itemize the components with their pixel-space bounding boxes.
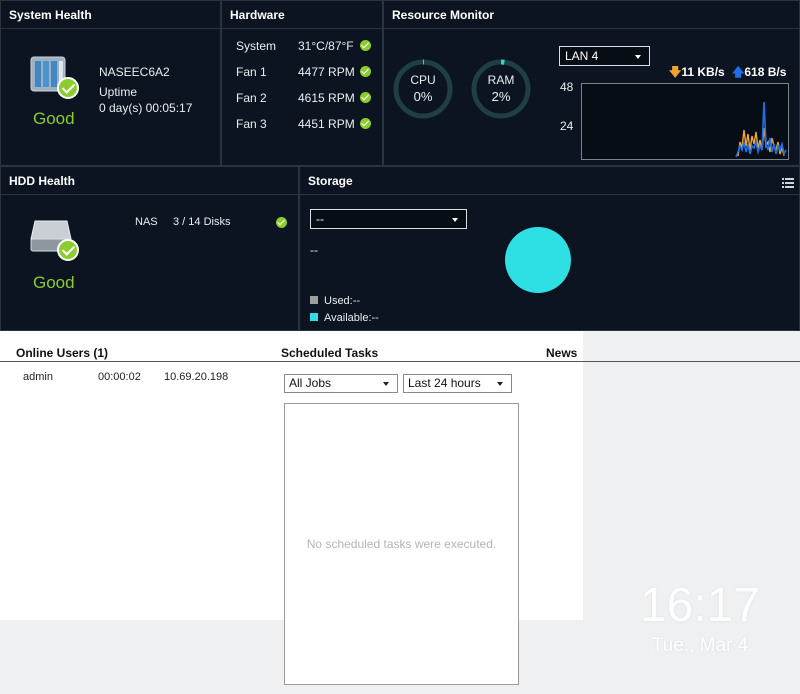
available-label: Available:--	[324, 312, 379, 324]
system-health-title: System Health	[1, 1, 220, 29]
upload-rate: 🡅618 B/s	[732, 63, 786, 84]
hardware-label: Fan 3	[236, 117, 267, 131]
user-name: admin	[23, 371, 53, 383]
time-filter-select[interactable]: Last 24 hours	[403, 374, 512, 393]
network-interface-value: LAN 4	[565, 49, 599, 63]
ram-label: RAM	[487, 73, 515, 87]
list-view-icon[interactable]	[782, 175, 794, 188]
hardware-value: 4451 RPM	[298, 117, 355, 131]
hardware-label: Fan 1	[236, 65, 267, 79]
resource-monitor-panel: Resource Monitor CPU 0% RAM 2% LAN 4 🡇11…	[383, 0, 800, 166]
chevron-down-icon	[452, 218, 458, 222]
dashboard-light-area: Online Users (1) Scheduled Tasks News ad…	[0, 331, 800, 694]
hardware-value: 31°C/87°F	[298, 39, 354, 53]
system-health-status: Good	[33, 109, 75, 128]
hardware-panel: Hardware System 31°C/87°F Fan 1 4477 RPM…	[221, 0, 383, 166]
arrow-up-icon: 🡅	[732, 65, 745, 79]
hdd-health-title: HDD Health	[1, 167, 298, 195]
storage-pie	[505, 227, 571, 293]
user-session-time: 00:00:02	[98, 371, 141, 383]
storage-title: Storage	[300, 167, 799, 195]
check-icon	[360, 40, 371, 51]
used-legend: Used:--	[310, 295, 360, 307]
network-traffic-chart	[581, 83, 789, 160]
scheduled-tasks-title: Scheduled Tasks	[281, 346, 379, 360]
nas-label: NAS	[135, 216, 158, 228]
job-filter-select[interactable]: All Jobs	[284, 374, 398, 393]
volume-select[interactable]: --	[310, 209, 467, 229]
check-icon	[360, 92, 371, 103]
empty-tasks-message: No scheduled tasks were executed.	[306, 537, 497, 551]
hdd-health-panel: HDD Health Good NAS 3 / 14 Disks	[0, 166, 299, 331]
scheduled-tasks-list: No scheduled tasks were executed.	[284, 403, 519, 685]
available-swatch	[310, 313, 318, 321]
upload-series-line	[735, 101, 787, 158]
volume-select-value: --	[316, 212, 324, 226]
ram-value: 2%	[491, 89, 511, 104]
cpu-label: CPU	[410, 73, 436, 87]
network-interface-select[interactable]: LAN 4	[559, 46, 650, 66]
system-health-panel: System Health Good NASEEC6A2 Uptime 0 da…	[0, 0, 221, 166]
dashboard-dark-area: System Health Good NASEEC6A2 Uptime 0 da…	[0, 0, 800, 331]
available-legend: Available:--	[310, 312, 379, 324]
hardware-label: System	[236, 39, 277, 53]
clock-time: 16:17	[639, 579, 761, 632]
section-divider	[0, 361, 800, 362]
clock-date: Tue., Mar 4	[651, 635, 749, 656]
arrow-down-icon: 🡇	[669, 65, 682, 79]
hardware-value: 4477 RPM	[298, 65, 355, 79]
cpu-value: 0%	[413, 89, 433, 104]
chevron-down-icon	[497, 382, 503, 386]
storage-panel: Storage -- -- Used:-- Available:--	[299, 166, 800, 331]
online-users-title: Online Users (1)	[16, 346, 109, 360]
check-icon	[360, 66, 371, 77]
news-title: News	[546, 346, 578, 360]
check-icon	[276, 217, 287, 228]
check-icon	[360, 118, 371, 129]
disk-count: 3 / 14 Disks	[173, 216, 231, 228]
used-swatch	[310, 296, 318, 304]
hdd-ok-icon	[57, 239, 79, 261]
hardware-label: Fan 2	[236, 91, 267, 105]
uptime-value: 0 day(s) 00:05:17	[99, 101, 193, 115]
download-rate: 🡇11 KB/s	[669, 63, 725, 84]
y-axis-tick: 24	[560, 119, 574, 133]
user-row[interactable]: admin 00:00:02 10.69.20.198	[0, 371, 270, 387]
y-axis-tick: 48	[560, 80, 574, 94]
job-filter-value: All Jobs	[289, 376, 332, 390]
uptime-label: Uptime	[99, 85, 138, 99]
resource-monitor-title: Resource Monitor	[384, 1, 799, 29]
system-ok-icon	[57, 77, 79, 99]
chevron-down-icon	[635, 55, 641, 59]
hardware-value: 4615 RPM	[298, 91, 355, 105]
volume-value: --	[310, 243, 318, 257]
chevron-down-icon	[383, 382, 389, 386]
hdd-health-status: Good	[33, 273, 75, 292]
upload-rate-value: 618 B/s	[744, 65, 787, 79]
download-rate-value: 11 KB/s	[681, 65, 725, 79]
used-label: Used:--	[324, 295, 361, 307]
time-filter-value: Last 24 hours	[408, 376, 481, 390]
hardware-title: Hardware	[222, 1, 382, 29]
device-name: NASEEC6A2	[99, 65, 170, 79]
user-ip: 10.69.20.198	[164, 371, 229, 383]
